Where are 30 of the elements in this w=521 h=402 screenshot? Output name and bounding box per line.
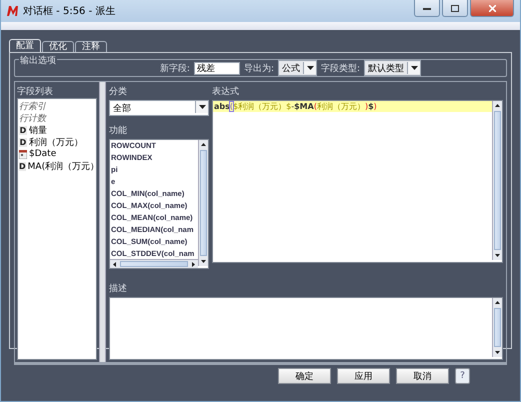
category-label: 分类	[109, 86, 128, 98]
tab[interactable]: 优化	[42, 41, 74, 52]
dimension-badge: D	[19, 138, 27, 146]
category-dropdown[interactable]: 全部	[109, 100, 209, 116]
export-dropdown[interactable]: 公式	[278, 60, 318, 76]
new-field-label: 新字段:	[160, 62, 190, 74]
export-label: 导出为:	[244, 62, 274, 74]
dimension-badge: D	[19, 162, 26, 170]
group-title: 输出选项	[19, 54, 57, 67]
new-field-input[interactable]: 残差	[194, 62, 240, 74]
field-type-dropdown[interactable]: 默认类型	[364, 60, 422, 76]
dialog-button[interactable]: 应用	[337, 368, 390, 384]
field-list-label: 字段列表	[17, 86, 54, 98]
description-label: 描述	[109, 282, 128, 295]
field-type-label: 字段类型:	[321, 62, 360, 74]
field-list-item[interactable]: $Date	[19, 148, 95, 160]
field-list-item[interactable]: D 利润（万元）	[19, 136, 95, 148]
dimension-badge: D	[19, 126, 27, 134]
dialog-button[interactable]: 取消	[396, 368, 449, 384]
field-list-item[interactable]: D MA(利润（万元）	[19, 160, 95, 172]
functions-label: 功能	[109, 124, 128, 137]
field-list-item[interactable]: 行索引	[19, 100, 95, 112]
help-button[interactable]: ?	[455, 368, 470, 384]
tab[interactable]: 注释	[75, 41, 107, 52]
expression-label: 表达式	[212, 86, 240, 98]
tab[interactable]: 配置	[9, 39, 41, 52]
field-list-item[interactable]: 行计数	[19, 112, 95, 124]
dialog-button[interactable]: 确定	[278, 368, 331, 384]
field-list-item[interactable]: D 销量	[19, 124, 95, 136]
window-title: 对话框 - 5:56 - 派生	[23, 4, 116, 18]
